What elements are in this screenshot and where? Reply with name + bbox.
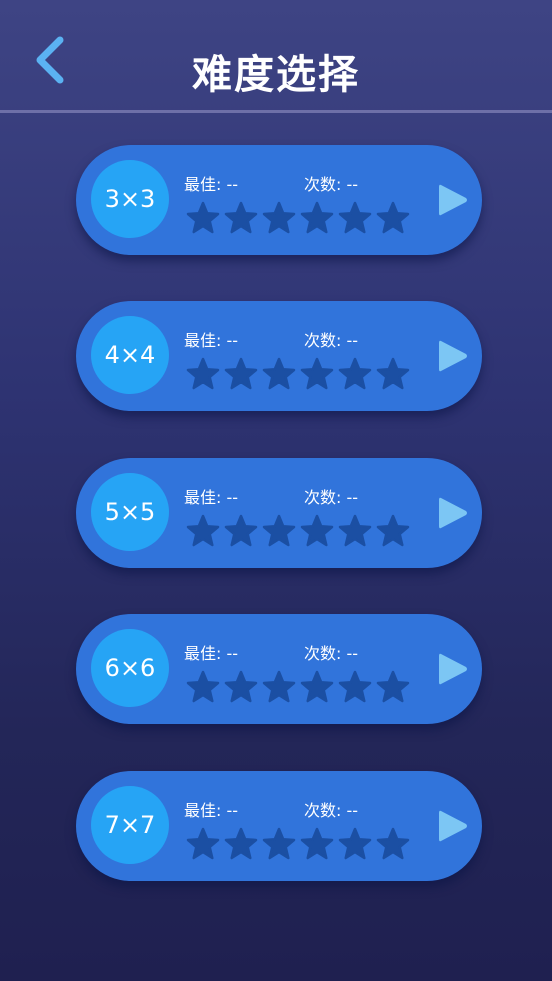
star-icon [300,827,334,861]
star-icon [224,670,258,704]
star-icon [262,827,296,861]
star-icon [338,201,372,235]
play-button[interactable] [436,337,470,375]
best-value: -- [226,488,239,507]
star-icon [338,827,372,861]
star-icon [262,357,296,391]
star-icon [186,827,220,861]
star-icon [376,670,410,704]
play-count: 次数: -- [304,327,358,351]
count-value: -- [346,488,359,507]
star-icon [186,514,220,548]
count-label: 次数: [304,488,342,507]
header: 难度选择 [0,0,552,113]
best-value: -- [226,331,239,350]
star-icon [262,514,296,548]
best-score: 最佳: -- [184,640,238,664]
star-icon [186,357,220,391]
count-value: -- [346,801,359,820]
play-count: 次数: -- [304,797,358,821]
level-card[interactable]: 5×5 最佳: -- 次数: -- [76,458,482,568]
page-title: 难度选择 [192,52,360,98]
star-icon [338,357,372,391]
star-icon [186,670,220,704]
star-icon [224,514,258,548]
play-icon [439,653,467,685]
count-label: 次数: [304,644,342,663]
star-icon [376,201,410,235]
star-icon [300,357,334,391]
play-count: 次数: -- [304,640,358,664]
star-icon [376,357,410,391]
star-icon [300,201,334,235]
star-icon [262,670,296,704]
count-value: -- [346,644,359,663]
best-value: -- [226,644,239,663]
best-value: -- [226,801,239,820]
star-rating [186,670,410,704]
star-icon [224,827,258,861]
star-icon [338,670,372,704]
star-icon [224,357,258,391]
star-icon [376,514,410,548]
play-count: 次数: -- [304,171,358,195]
star-rating [186,201,410,235]
star-icon [224,201,258,235]
best-score: 最佳: -- [184,484,238,508]
grid-size-badge: 6×6 [91,629,169,707]
play-button[interactable] [436,807,470,845]
star-icon [376,827,410,861]
best-score: 最佳: -- [184,797,238,821]
star-icon [338,514,372,548]
level-card[interactable]: 4×4 最佳: -- 次数: -- [76,301,482,411]
level-card[interactable]: 3×3 最佳: -- 次数: -- [76,145,482,255]
star-rating [186,514,410,548]
header-divider [0,110,552,113]
star-icon [300,514,334,548]
play-icon [439,810,467,842]
best-score: 最佳: -- [184,171,238,195]
star-icon [300,670,334,704]
best-label: 最佳: [184,331,222,350]
play-button[interactable] [436,181,470,219]
play-icon [439,340,467,372]
count-label: 次数: [304,175,342,194]
grid-size-badge: 4×4 [91,316,169,394]
star-rating [186,357,410,391]
grid-size-badge: 3×3 [91,160,169,238]
best-label: 最佳: [184,488,222,507]
play-icon [439,184,467,216]
play-button[interactable] [436,494,470,532]
best-value: -- [226,175,239,194]
grid-size-badge: 7×7 [91,786,169,864]
play-icon [439,497,467,529]
level-card[interactable]: 6×6 最佳: -- 次数: -- [76,614,482,724]
level-card[interactable]: 7×7 最佳: -- 次数: -- [76,771,482,881]
star-icon [262,201,296,235]
best-score: 最佳: -- [184,327,238,351]
best-label: 最佳: [184,801,222,820]
count-label: 次数: [304,801,342,820]
best-label: 最佳: [184,644,222,663]
best-label: 最佳: [184,175,222,194]
count-value: -- [346,331,359,350]
play-count: 次数: -- [304,484,358,508]
play-button[interactable] [436,650,470,688]
grid-size-badge: 5×5 [91,473,169,551]
star-rating [186,827,410,861]
count-label: 次数: [304,331,342,350]
count-value: -- [346,175,359,194]
star-icon [186,201,220,235]
